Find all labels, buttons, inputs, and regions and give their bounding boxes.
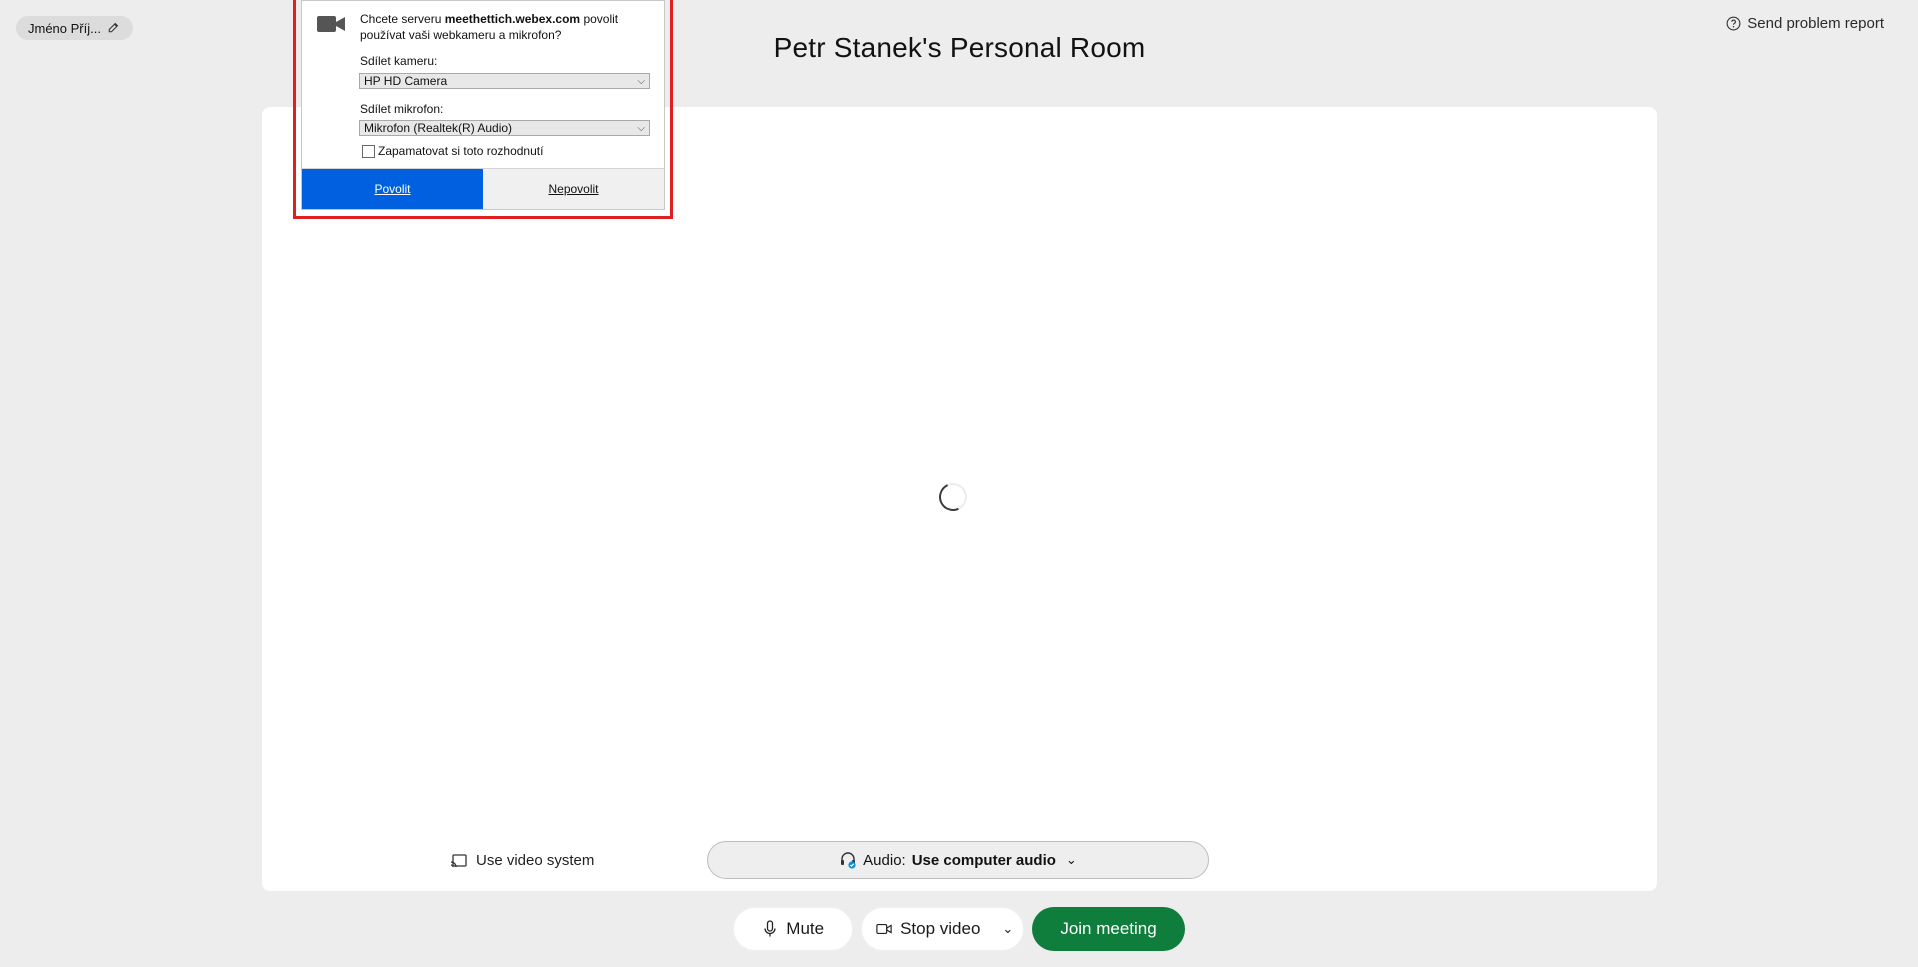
join-meeting-button[interactable]: Join meeting xyxy=(1032,907,1185,951)
microphone-select[interactable]: Mikrofon (Realtek(R) Audio) ⌵ xyxy=(359,120,650,136)
audio-value: Use computer audio xyxy=(911,851,1056,869)
microphone-icon xyxy=(764,920,776,937)
server-name: meethettich.webex.com xyxy=(444,12,581,26)
use-video-system-button[interactable]: Use video system xyxy=(450,852,594,869)
video-camera-icon xyxy=(317,16,345,32)
audio-selector[interactable]: Audio: Use computer audio ⌄ xyxy=(707,841,1209,879)
permission-actions: Povolit Nepovolit xyxy=(302,168,664,209)
microphone-label: Sdílet mikrofon: xyxy=(360,102,444,116)
remember-decision-checkbox[interactable]: Zapamatovat si toto rozhodnutí xyxy=(362,144,543,158)
camera-mic-permission-popup: Chcete serveru meethettich.webex.com pov… xyxy=(301,0,665,210)
page-title: Petr Stanek's Personal Room xyxy=(773,32,1146,63)
headset-icon xyxy=(841,852,856,869)
camera-select[interactable]: HP HD Camera ⌵ xyxy=(359,73,650,89)
use-video-system-label: Use video system xyxy=(476,852,595,869)
stop-video-label: Stop video xyxy=(900,919,981,938)
loading-spinner xyxy=(935,479,971,515)
mute-button[interactable]: Mute xyxy=(733,907,854,951)
microphone-select-value: Mikrofon (Realtek(R) Audio) xyxy=(364,121,513,135)
join-meeting-label: Join meeting xyxy=(1060,919,1157,938)
video-icon xyxy=(876,923,892,935)
meeting-controls: Mute Stop video ⌄ Join meeting xyxy=(0,907,1918,951)
permission-question: Chcete serveru meethettich.webex.com pov… xyxy=(360,12,619,42)
chevron-down-icon: ⌵ xyxy=(637,75,645,87)
video-preview-area: Use video system Audio: Use computer aud… xyxy=(262,107,1657,891)
audio-prefix: Audio: xyxy=(863,851,906,869)
cast-icon xyxy=(450,853,467,867)
camera-label: Sdílet kameru: xyxy=(360,54,438,68)
question-circle-icon xyxy=(1726,16,1741,31)
chevron-down-icon: ⌄ xyxy=(1065,852,1077,867)
remember-decision-label: Zapamatovat si toto rozhodnutí xyxy=(378,144,544,158)
stop-video-button[interactable]: Stop video ⌄ xyxy=(861,907,1025,951)
mute-label: Mute xyxy=(786,919,825,938)
checkbox-box[interactable] xyxy=(362,144,375,158)
chevron-down-icon[interactable]: ⌄ xyxy=(1002,921,1013,937)
send-problem-report-link[interactable]: Send problem report xyxy=(1726,15,1884,32)
allow-button[interactable]: Povolit xyxy=(302,169,483,209)
send-problem-report-label: Send problem report xyxy=(1747,15,1884,32)
camera-select-value: HP HD Camera xyxy=(364,74,448,88)
chevron-down-icon: ⌵ xyxy=(637,122,645,134)
deny-button[interactable]: Nepovolit xyxy=(483,169,664,209)
